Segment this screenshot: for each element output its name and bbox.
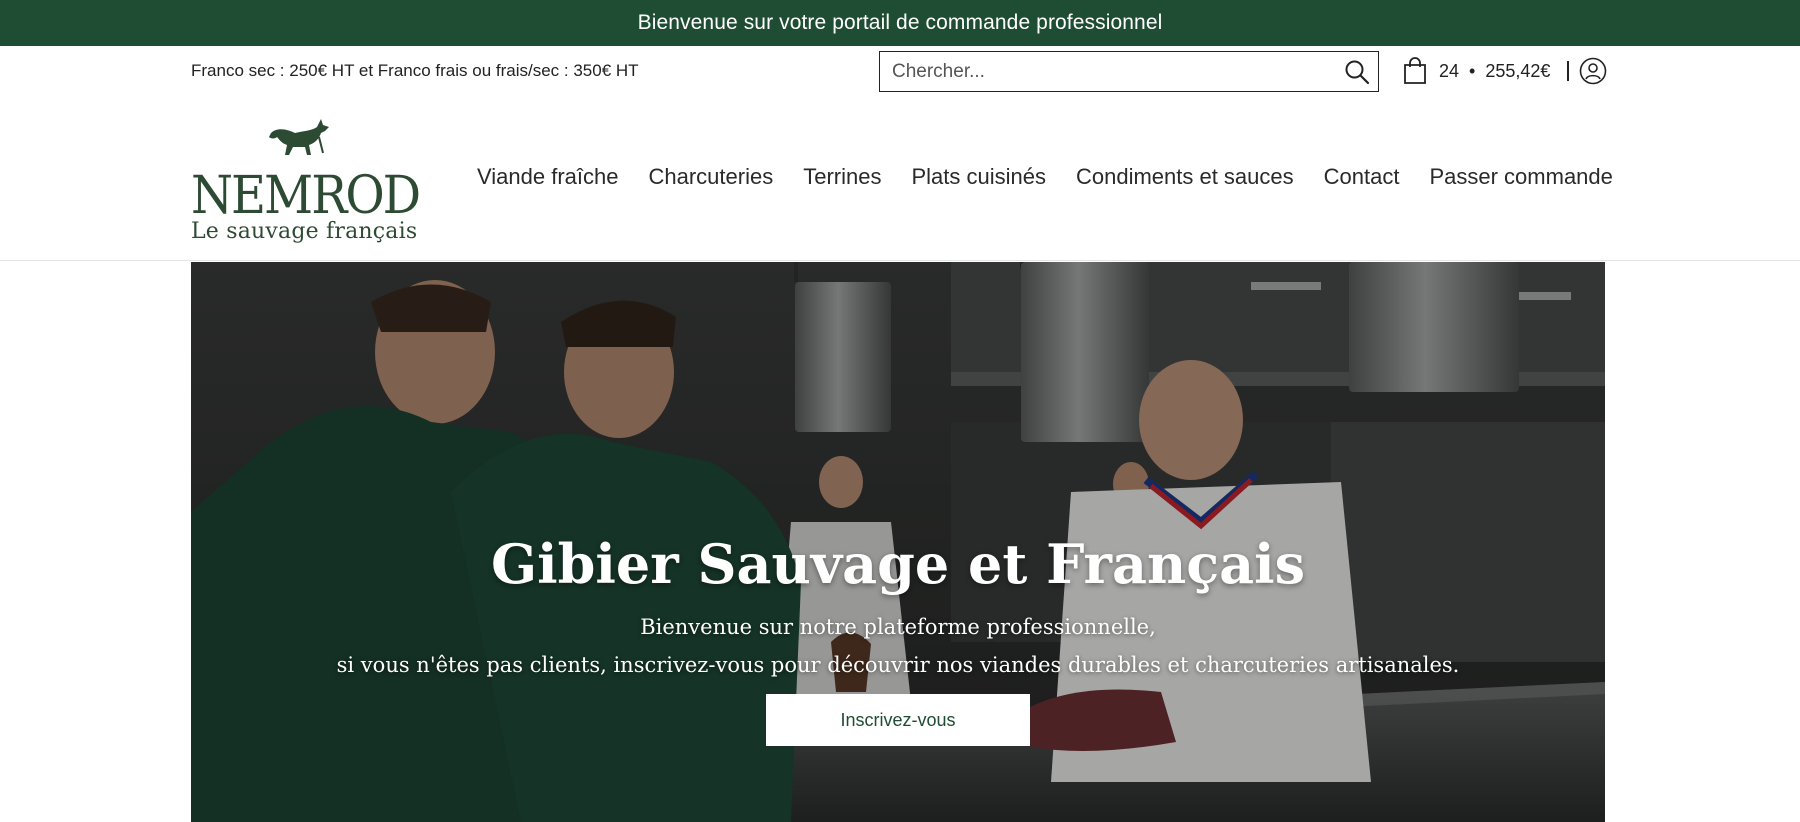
announcement-text: Bienvenue sur votre portail de commande …: [637, 11, 1163, 34]
brand-logo[interactable]: NEMROD Le sauvage français: [191, 113, 421, 245]
nav-item-passer-commande[interactable]: Passer commande: [1429, 164, 1612, 190]
nav-item-condiments-sauces[interactable]: Condiments et sauces: [1076, 164, 1294, 190]
search-icon: [1345, 60, 1370, 85]
utility-bar: Franco sec : 250€ HT et Franco frais ou …: [0, 46, 1800, 98]
cart-item-count: 24: [1439, 60, 1460, 81]
logo-tagline: Le sauvage français: [191, 219, 418, 244]
shipping-threshold-note: Franco sec : 250€ HT et Franco frais ou …: [191, 61, 639, 80]
shopping-bag-icon: [1404, 57, 1426, 84]
site-header: NEMROD Le sauvage français Viande fraîch…: [0, 98, 1800, 261]
search-button[interactable]: [1344, 59, 1370, 85]
fox-logo-icon: [269, 119, 329, 155]
hero-subtitle-line-1: Bienvenue sur notre plateforme professio…: [640, 615, 1156, 639]
cart-total: 255,42€: [1485, 60, 1551, 81]
main-navigation: Viande fraîche Charcuteries Terrines Pla…: [477, 164, 1613, 190]
nav-item-viande-fraiche[interactable]: Viande fraîche: [477, 164, 618, 190]
search-input[interactable]: [892, 52, 1322, 91]
nav-item-charcuteries[interactable]: Charcuteries: [648, 164, 773, 190]
announcement-bar: Bienvenue sur votre portail de commande …: [0, 0, 1800, 46]
nav-item-plats-cuisines[interactable]: Plats cuisinés: [911, 164, 1046, 190]
user-account-icon[interactable]: [1579, 57, 1607, 85]
utility-divider: [1567, 61, 1569, 81]
hero-title: Gibier Sauvage et Français: [490, 532, 1305, 596]
cart-separator: •: [1469, 60, 1476, 81]
nav-item-terrines[interactable]: Terrines: [803, 164, 881, 190]
search-form: [879, 51, 1379, 92]
signup-button[interactable]: Inscrivez-vous: [766, 694, 1030, 746]
hero-subtitle-line-2: si vous n'êtes pas clients, inscrivez-vo…: [336, 653, 1460, 677]
nav-item-contact[interactable]: Contact: [1324, 164, 1400, 190]
cart-link[interactable]: 24 • 255,42€: [1403, 56, 1550, 86]
logo-wordmark: NEMROD: [191, 164, 421, 227]
hero-banner: Gibier Sauvage et Français Bienvenue sur…: [191, 262, 1605, 822]
